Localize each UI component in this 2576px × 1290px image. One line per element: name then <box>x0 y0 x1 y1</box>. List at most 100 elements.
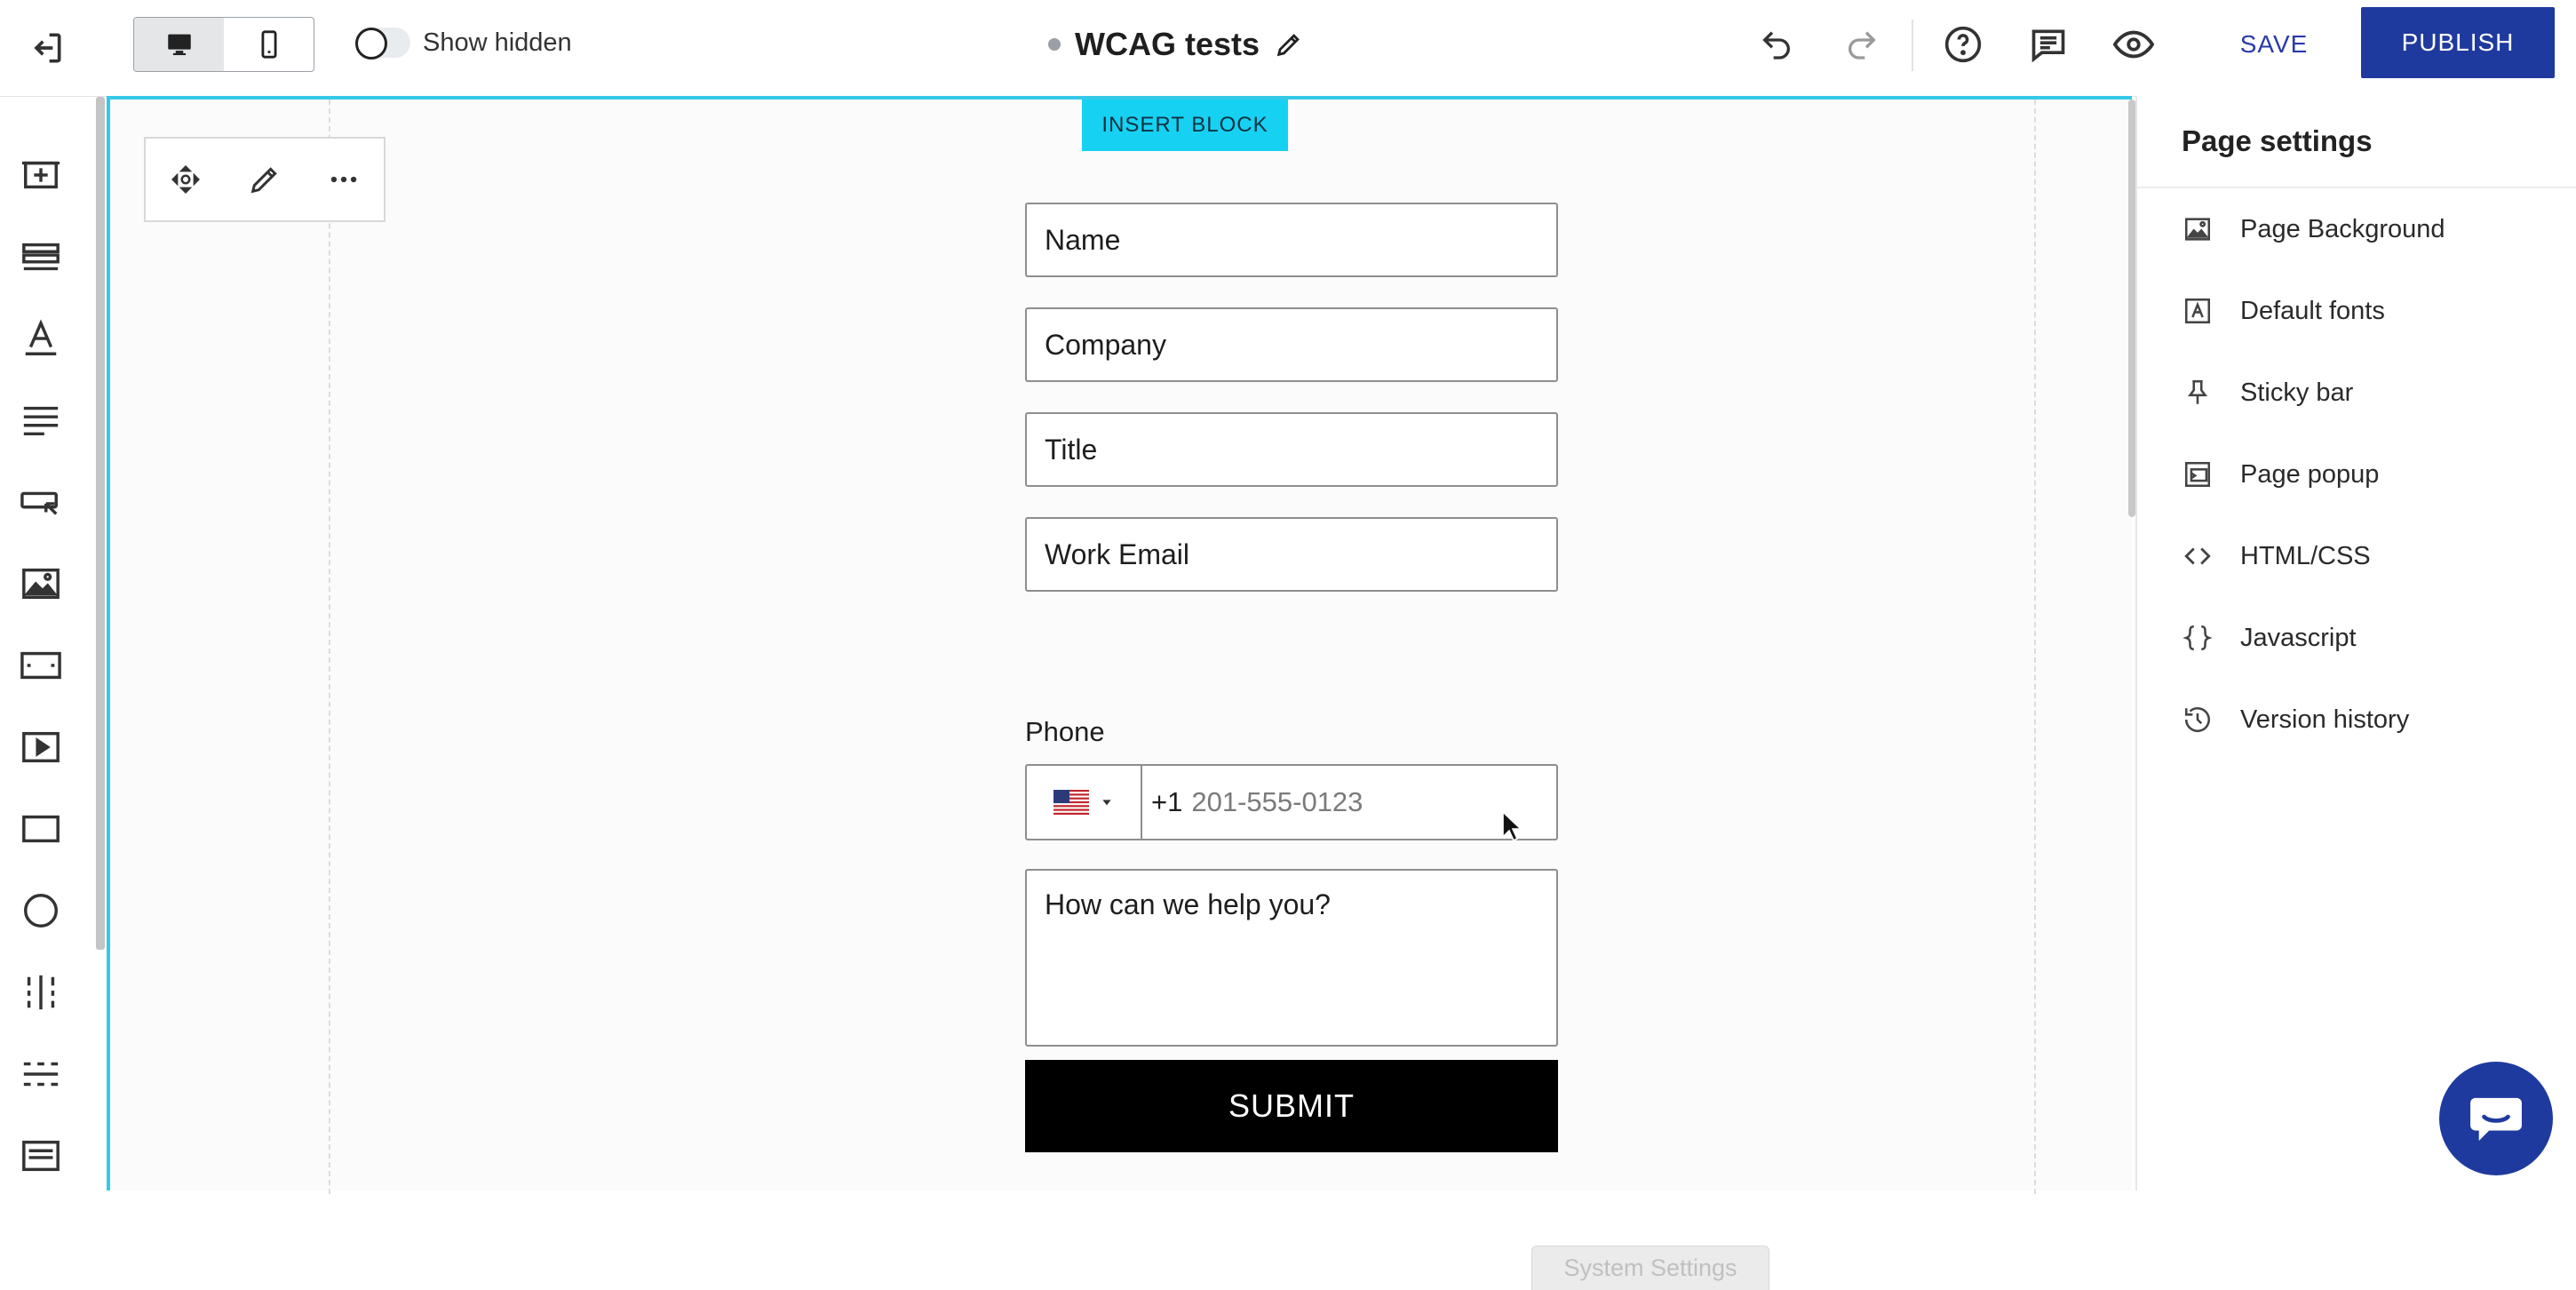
desktop-view-button[interactable] <box>134 18 224 71</box>
editor-canvas[interactable]: INSERT BLOCK Name Company Title Work Ema… <box>107 96 2132 1290</box>
video-button[interactable] <box>16 722 66 772</box>
chat-button[interactable] <box>2439 1062 2553 1175</box>
javascript-item[interactable]: Javascript <box>2180 613 2357 663</box>
chat-icon <box>2469 1095 2524 1143</box>
default-fonts-label: Default fonts <box>2240 296 2385 325</box>
more-options-button[interactable] <box>317 153 370 206</box>
phone-input[interactable]: +1 201-555-0123 <box>1142 766 1363 839</box>
phone-label: Phone <box>1025 716 1105 747</box>
rectangle-icon <box>20 808 61 849</box>
version-history-item[interactable]: Version history <box>2180 695 2409 745</box>
page-popup-label: Page popup <box>2240 459 2380 489</box>
sticky-bar-item[interactable]: Sticky bar <box>2180 368 2353 418</box>
page-background-item[interactable]: Page Background <box>2180 204 2445 254</box>
image-element-button[interactable] <box>16 559 66 609</box>
panel-title: Page settings <box>2182 124 2373 157</box>
work-email-field[interactable]: Work Email <box>1025 517 1558 592</box>
phone-placeholder: 201-555-0123 <box>1191 786 1364 817</box>
save-button[interactable]: SAVE <box>2212 20 2336 69</box>
braces-icon <box>2180 620 2215 656</box>
edit-pencil-icon[interactable] <box>1274 29 1304 60</box>
country-code-select[interactable] <box>1027 766 1142 839</box>
title-field[interactable]: Title <box>1025 412 1558 487</box>
edit-block-button[interactable] <box>238 153 291 206</box>
help-button[interactable] <box>1938 20 1988 69</box>
form-button[interactable] <box>16 1131 66 1181</box>
javascript-label: Javascript <box>2240 623 2357 652</box>
font-icon <box>2180 293 2215 329</box>
circle-button[interactable] <box>16 886 66 936</box>
spacer-button[interactable] <box>16 641 66 690</box>
paragraph-button[interactable] <box>16 395 66 445</box>
message-textarea[interactable]: How can we help you? <box>1025 869 1558 1047</box>
top-bar: Show hidden WCAG tests SAVE PUBLISH <box>0 0 2576 97</box>
html-css-item[interactable]: HTML/CSS <box>2180 531 2371 581</box>
comments-button[interactable] <box>2023 20 2073 69</box>
status-dot <box>1048 38 1061 51</box>
toggle-switch[interactable] <box>355 28 410 60</box>
text-icon <box>20 318 61 359</box>
page-title-group: WCAG tests <box>1048 21 1304 68</box>
popup-icon <box>2180 457 2215 492</box>
divider-icon <box>20 1054 61 1095</box>
redo-icon <box>1844 27 1880 62</box>
panel-divider <box>2137 187 2576 188</box>
image-icon <box>20 563 61 604</box>
paragraph-icon <box>20 400 61 441</box>
left-toolbar <box>0 97 99 1190</box>
mouse-cursor-icon <box>1501 810 1523 842</box>
circle-icon <box>20 890 61 931</box>
form-icon <box>20 1135 61 1176</box>
code-icon <box>2180 538 2215 574</box>
version-history-label: Version history <box>2240 705 2410 734</box>
name-field[interactable]: Name <box>1025 203 1558 277</box>
edit-icon <box>247 162 282 197</box>
mobile-view-button[interactable] <box>224 18 314 71</box>
image-icon <box>2180 211 2215 247</box>
add-section-icon <box>20 155 61 195</box>
spacer-icon <box>20 645 61 686</box>
text-button[interactable] <box>16 314 66 363</box>
left-toolbar-scrollbar[interactable] <box>96 97 105 950</box>
show-hidden-toggle[interactable]: Show hidden <box>355 23 572 62</box>
preview-button[interactable] <box>2109 20 2159 69</box>
html-css-label: HTML/CSS <box>2240 541 2371 570</box>
preview-eye-icon <box>2113 24 2154 65</box>
exit-icon <box>27 28 66 68</box>
page-settings-panel: Page settings Page Background Default fo… <box>2135 96 2576 1190</box>
rows-icon <box>20 236 61 277</box>
divider-button[interactable] <box>16 1049 66 1099</box>
company-field[interactable]: Company <box>1025 307 1558 382</box>
submit-button[interactable]: SUBMIT <box>1025 1060 1558 1152</box>
page-popup-item[interactable]: Page popup <box>2180 450 2379 499</box>
publish-button[interactable]: PUBLISH <box>2361 7 2555 78</box>
device-switcher <box>133 17 314 72</box>
columns-divider-icon <box>20 972 61 1013</box>
move-icon <box>171 164 201 195</box>
insert-block-button[interactable]: INSERT BLOCK <box>1082 100 1288 151</box>
undo-icon <box>1759 27 1794 62</box>
rectangle-button[interactable] <box>16 804 66 854</box>
page-title: WCAG tests <box>1075 26 1260 62</box>
canvas-scrollbar[interactable] <box>2128 100 2135 517</box>
toolbar-separator <box>1912 20 1913 71</box>
phone-prefix: +1 <box>1151 786 1183 817</box>
show-hidden-label: Show hidden <box>423 28 572 57</box>
exit-button[interactable] <box>20 21 73 75</box>
undo-button[interactable] <box>1752 20 1801 69</box>
move-block-button[interactable] <box>159 153 212 206</box>
system-settings-tab[interactable]: System Settings <box>1531 1246 1769 1290</box>
add-section-button[interactable] <box>16 150 66 200</box>
default-fonts-item[interactable]: Default fonts <box>2180 286 2385 336</box>
page-background-label: Page Background <box>2240 214 2445 243</box>
video-icon <box>20 727 61 768</box>
columns-divider-button[interactable] <box>16 968 66 1017</box>
button-icon <box>20 482 61 522</box>
history-icon <box>2180 702 2215 737</box>
button-element-button[interactable] <box>16 477 66 527</box>
redo-button[interactable] <box>1837 20 1887 69</box>
rows-button[interactable] <box>16 232 66 282</box>
right-content-guide <box>2034 100 2036 1194</box>
block-toolbar <box>144 137 386 222</box>
us-flag-icon <box>1053 790 1089 815</box>
